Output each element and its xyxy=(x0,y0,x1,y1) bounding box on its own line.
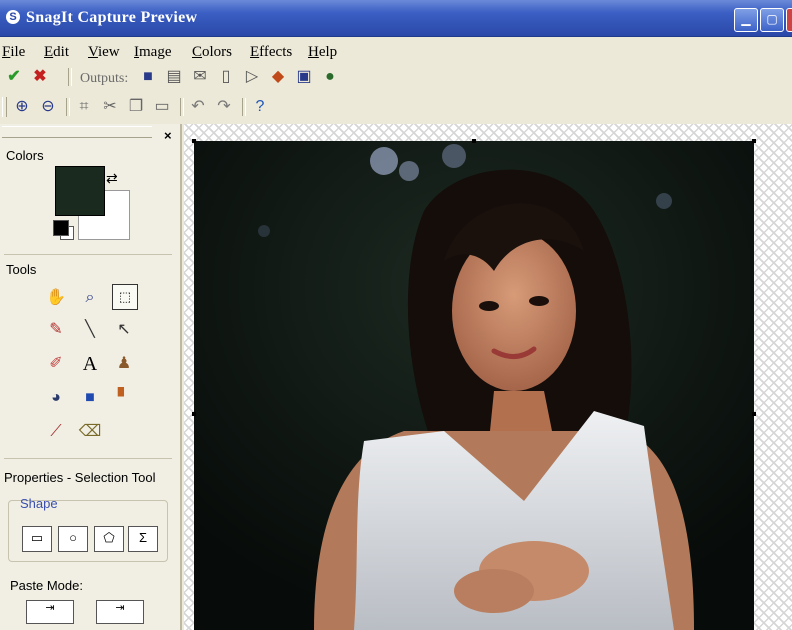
properties-label: Properties - Selection Tool xyxy=(4,470,156,485)
edit-toolbar: ⊕ ⊖ ⌗ ✂ ❐ ▭ ↶ ↷ ? xyxy=(0,94,792,120)
title-bar: S SnagIt Capture Preview ▁ ▢ xyxy=(0,0,792,37)
selection-icon[interactable]: ⬚ xyxy=(112,284,138,310)
menu-file[interactable]: File xyxy=(2,44,25,61)
zoom-out-icon[interactable]: ⊖ xyxy=(38,97,58,117)
menu-effects[interactable]: Effects xyxy=(250,44,292,61)
panel-divider xyxy=(4,458,172,459)
paste-transparent-button[interactable]: ⇥ xyxy=(96,600,144,624)
save-icon[interactable]: ■ xyxy=(138,67,158,87)
maximize-button[interactable]: ▢ xyxy=(760,8,784,32)
catalog-icon[interactable]: ◆ xyxy=(268,67,288,87)
eraser-icon[interactable]: ⌫ xyxy=(78,420,102,444)
foreground-color-swatch[interactable] xyxy=(55,166,105,216)
selection-handle[interactable] xyxy=(752,139,756,143)
print-icon[interactable]: ▤ xyxy=(164,67,184,87)
panel-divider xyxy=(4,254,172,255)
swap-colors-icon[interactable]: ⇄ xyxy=(106,170,118,187)
paste-icon[interactable]: ▭ xyxy=(152,97,172,117)
help-icon[interactable]: ? xyxy=(250,97,270,117)
highlighter-icon[interactable]: ✐ xyxy=(44,352,68,376)
accept-check-icon[interactable]: ✔ xyxy=(4,67,24,87)
program-icon[interactable]: ● xyxy=(320,67,340,87)
line-icon[interactable]: ╲ xyxy=(78,318,102,342)
redo-icon[interactable]: ↷ xyxy=(214,97,234,117)
menu-image[interactable]: Image xyxy=(134,44,171,61)
menu-colors[interactable]: Colors xyxy=(192,44,232,61)
toolbar-separator xyxy=(180,98,184,116)
colors-label: Colors xyxy=(6,148,44,163)
snagit-app-icon: S xyxy=(6,10,20,24)
crop-icon[interactable]: ⌗ xyxy=(74,97,94,117)
menu-bar: File Edit View Image Colors Effects Help xyxy=(0,40,792,62)
menu-help[interactable]: Help xyxy=(308,44,337,61)
toolbar-separator xyxy=(242,98,246,116)
minimize-button[interactable]: ▁ xyxy=(734,8,758,32)
shape-icon[interactable]: ■ xyxy=(78,386,102,410)
default-colors-swatch[interactable] xyxy=(53,220,69,236)
reject-x-icon[interactable]: ✖ xyxy=(30,67,50,87)
freehand-shape-button[interactable]: Σ xyxy=(128,526,158,552)
tools-label: Tools xyxy=(6,262,37,277)
pen-icon[interactable]: ✎ xyxy=(44,318,68,342)
close-button[interactable] xyxy=(786,8,792,32)
clipboard-icon[interactable]: ▯ xyxy=(216,67,236,87)
eyedropper-icon[interactable]: ⟋ xyxy=(44,420,68,444)
portrait-illustration xyxy=(194,141,754,630)
selection-handle[interactable] xyxy=(192,412,196,416)
selection-handle[interactable] xyxy=(472,139,476,143)
rectangle-shape-button[interactable]: ▭ xyxy=(22,526,52,552)
ellipse-shape-button[interactable]: ○ xyxy=(58,526,88,552)
selection-handle[interactable] xyxy=(752,412,756,416)
hand-icon[interactable]: ✋ xyxy=(44,286,68,310)
zoom-in-icon[interactable]: ⊕ xyxy=(12,97,32,117)
zoom-icon[interactable]: ⌕ xyxy=(78,286,102,310)
email-icon[interactable]: ✉ xyxy=(190,67,210,87)
web-icon[interactable]: ▣ xyxy=(294,67,314,87)
captured-image[interactable] xyxy=(194,141,754,630)
outputs-label: Outputs: xyxy=(80,71,129,86)
panel-close-icon[interactable]: × xyxy=(164,128,172,143)
spray-icon[interactable]: ▘ xyxy=(112,386,136,410)
cut-icon[interactable]: ✂ xyxy=(100,97,120,117)
stamp-icon[interactable]: ♟ xyxy=(112,352,136,376)
output-toolbar: ✔ ✖ Outputs: ■ ▤ ✉ ▯ ▷ ◆ ▣ ● xyxy=(0,64,792,90)
arrow-icon[interactable]: ↖ xyxy=(112,318,136,342)
selection-handle[interactable] xyxy=(192,139,196,143)
menu-view[interactable]: View xyxy=(88,44,120,61)
copy-icon[interactable]: ❐ xyxy=(126,97,146,117)
panel-header: × xyxy=(0,126,180,143)
polygon-shape-button[interactable]: ⬠ xyxy=(94,526,124,552)
window-title: SnagIt Capture Preview xyxy=(26,9,198,26)
toolbar-separator xyxy=(68,68,72,86)
shape-label: Shape xyxy=(20,496,58,511)
text-icon[interactable]: A xyxy=(78,352,102,376)
fill-icon[interactable]: ◕ xyxy=(44,386,68,410)
paste-opaque-button[interactable]: ⇥ xyxy=(26,600,74,624)
menu-edit[interactable]: Edit xyxy=(44,44,69,61)
toolbar-separator xyxy=(66,98,70,116)
toolbar-grip[interactable] xyxy=(2,97,7,117)
send-icon[interactable]: ▷ xyxy=(242,67,262,87)
paste-mode-label: Paste Mode: xyxy=(10,578,83,593)
panel-grip[interactable] xyxy=(2,126,152,138)
undo-icon[interactable]: ↶ xyxy=(188,97,208,117)
